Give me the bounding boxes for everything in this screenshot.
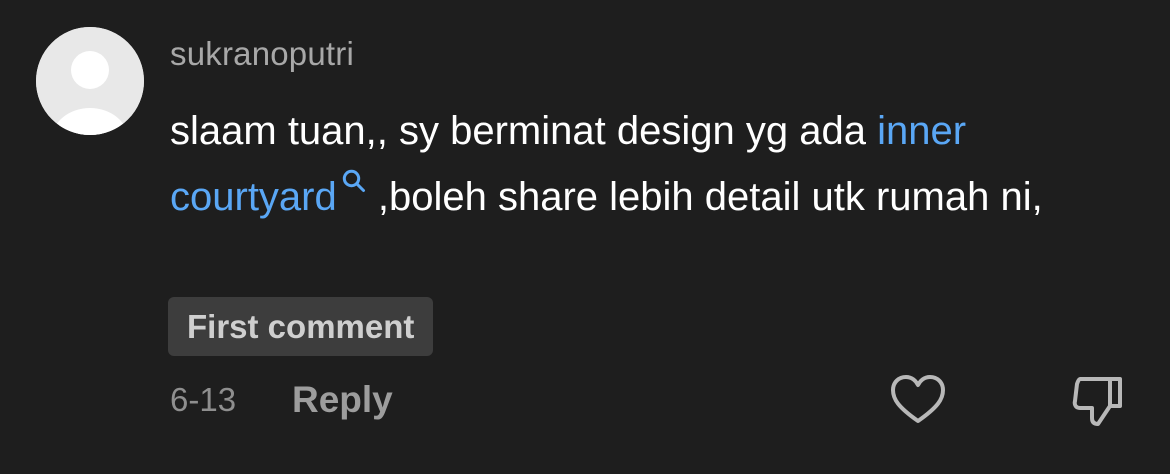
comment-username[interactable]: sukranoputri <box>170 34 354 74</box>
like-button[interactable] <box>888 372 948 428</box>
comment-text-after: ,boleh share lebih detail utk rumah ni, <box>366 175 1043 219</box>
comment-item: sukranoputri slaam tuan,, sy berminat de… <box>0 0 1170 474</box>
reply-button[interactable]: Reply <box>292 378 393 422</box>
default-avatar-icon <box>36 27 144 135</box>
heart-icon <box>891 375 945 423</box>
comment-date: 6-13 <box>170 381 237 418</box>
avatar[interactable] <box>36 27 144 135</box>
comment-text: slaam tuan,, sy berminat design yg ada i… <box>170 98 1140 230</box>
comment-text-before: slaam tuan,, sy berminat design yg ada <box>170 109 878 153</box>
search-icon[interactable] <box>341 168 367 194</box>
dislike-button[interactable] <box>1068 372 1128 430</box>
thumbs-down-icon <box>1072 377 1122 426</box>
first-comment-badge: First comment <box>168 297 434 356</box>
